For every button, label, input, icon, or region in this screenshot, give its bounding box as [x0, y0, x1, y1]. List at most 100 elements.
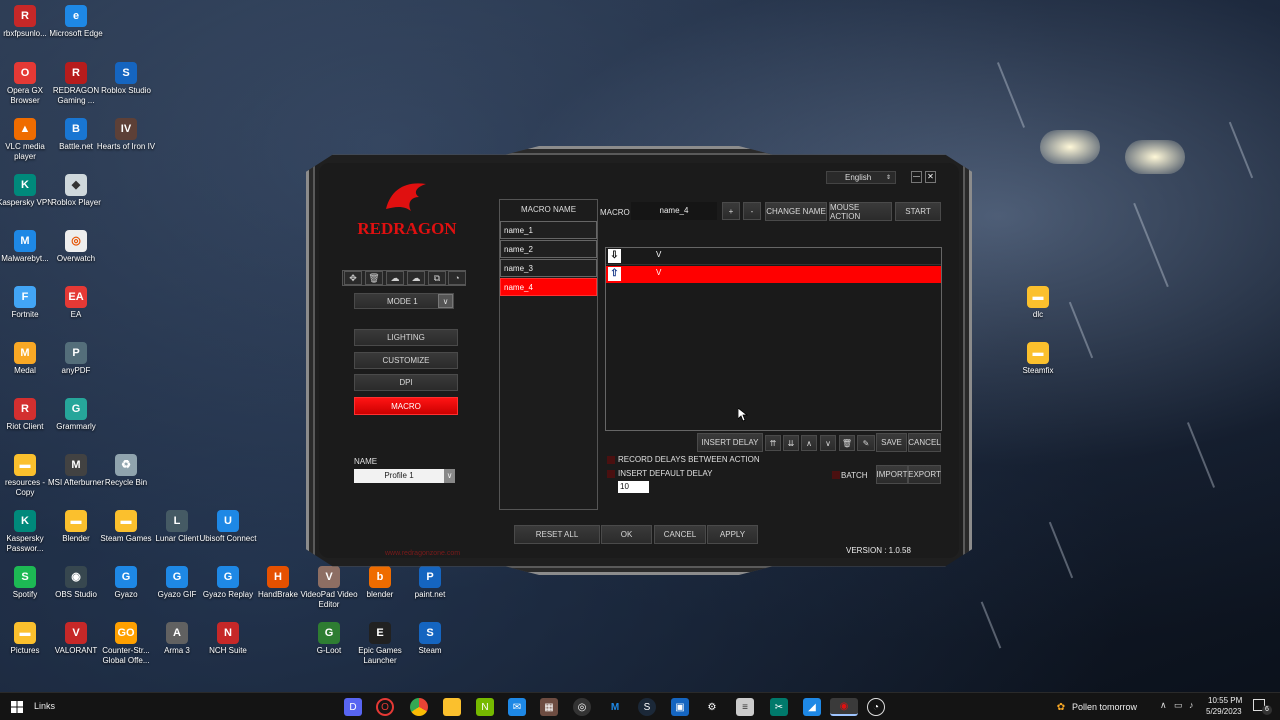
github-icon[interactable]: ◎: [573, 698, 591, 716]
steam-icon[interactable]: S: [638, 698, 656, 716]
paint-icon[interactable]: ◢: [803, 698, 821, 716]
clock-date[interactable]: 5/29/2023: [1206, 707, 1242, 716]
tray-chevron-icon[interactable]: ∧: [1160, 700, 1167, 711]
chevron-down-icon[interactable]: ∨: [444, 469, 455, 483]
profile-name-value: Profile 1: [384, 471, 414, 480]
default-delay-input[interactable]: 10: [618, 481, 649, 493]
discord-icon[interactable]: D: [344, 698, 362, 716]
desktop-icon-label: Recycle Bin: [104, 478, 148, 487]
clock-time[interactable]: 10:55 PM: [1208, 696, 1242, 705]
opera-icon[interactable]: O: [376, 698, 394, 716]
redragon-taskbar-icon[interactable]: ◉: [830, 698, 858, 716]
desktop-icon[interactable]: ▬ Steamfix: [1008, 342, 1068, 376]
performance-icon[interactable]: ◔: [867, 698, 885, 716]
language-select[interactable]: English ⇕: [826, 171, 896, 184]
gallery-icon[interactable]: ▣: [671, 698, 689, 716]
desktop-icon[interactable]: EA EA: [46, 286, 106, 320]
add-macro-button[interactable]: +: [722, 202, 740, 220]
macro-label: MACRO: [600, 208, 630, 217]
move-up-icon[interactable]: ∧: [801, 435, 817, 451]
nav-lighting[interactable]: LIGHTING: [354, 329, 458, 346]
macro-event-row-selected[interactable]: ⇧ V: [606, 266, 941, 283]
edit-event-icon[interactable]: ✎: [857, 435, 875, 451]
file-explorer-icon[interactable]: [443, 698, 461, 716]
desktop-icon[interactable]: ▬ dlc: [1008, 286, 1068, 320]
macro-event-row[interactable]: ⇩ V: [606, 248, 941, 265]
batch-checkbox[interactable]: [832, 471, 840, 479]
gyazo-gif-icon: G: [166, 566, 188, 588]
malwarebytes-icon[interactable]: M: [606, 698, 624, 716]
desktop-icon[interactable]: Ppaint.net: [400, 566, 460, 600]
desktop-icon[interactable]: S Steam: [400, 622, 460, 656]
info-icon[interactable]: ◔: [448, 271, 466, 285]
delete-icon[interactable]: 🗑: [365, 271, 383, 285]
copy-icon[interactable]: ⧉: [428, 271, 446, 285]
ok-button[interactable]: OK: [601, 525, 652, 544]
nav-dpi[interactable]: DPI: [354, 374, 458, 391]
desktop-icon[interactable]: ◆ Roblox Player: [46, 174, 106, 208]
dragon-logo-icon: [381, 179, 431, 217]
medal-icon: M: [14, 342, 36, 364]
volume-icon[interactable]: ♪: [1189, 700, 1194, 710]
export-button[interactable]: EXPORT: [908, 465, 941, 484]
desktop-icon[interactable]: IV Hearts of Iron IV: [96, 118, 156, 152]
move-bottom-icon[interactable]: ⇊: [783, 435, 799, 451]
mouse-action-button[interactable]: MOUSE ACTION: [829, 202, 892, 221]
desktop-icon-label: Roblox Studio: [101, 86, 151, 95]
delete-event-icon[interactable]: 🗑: [839, 435, 855, 451]
notepad-icon[interactable]: ≡: [736, 698, 754, 716]
save-macro-button[interactable]: SAVE: [876, 433, 907, 452]
desktop-icon[interactable]: ◎ Overwatch: [46, 230, 106, 264]
move-down-icon[interactable]: ∨: [820, 435, 836, 451]
website-link[interactable]: www.redragonzone.com: [385, 550, 460, 557]
gyazo-replay-icon: G: [217, 566, 239, 588]
cloud-upload-icon[interactable]: ☁: [407, 271, 425, 285]
profile-name-select[interactable]: Profile 1: [354, 469, 444, 483]
macro-list-item-selected[interactable]: name_4: [500, 278, 597, 296]
rain-streak: [980, 601, 1002, 649]
move-top-icon[interactable]: ⇈: [765, 435, 781, 451]
remove-macro-button[interactable]: -: [743, 202, 761, 220]
desktop-icon[interactable]: U Ubisoft Connect: [198, 510, 258, 544]
move-icon[interactable]: ✥: [344, 271, 362, 285]
desktop-icon[interactable]: ♻ Recycle Bin: [96, 454, 156, 488]
apply-button[interactable]: APPLY: [707, 525, 758, 544]
desktop-icon[interactable]: PanyPDF: [46, 342, 106, 376]
cancel-button[interactable]: CANCEL: [654, 525, 706, 544]
desktop-icon[interactable]: N NCH Suite: [198, 622, 258, 656]
key-up-icon: ⇧: [608, 267, 621, 281]
start-record-button[interactable]: START: [895, 202, 941, 221]
nvidia-icon[interactable]: N: [476, 698, 494, 716]
nav-customize[interactable]: CUSTOMIZE: [354, 352, 458, 369]
desktop-icon[interactable]: G Grammarly: [46, 398, 106, 432]
settings-gear-icon[interactable]: ⚙: [703, 698, 721, 716]
desktop-icon[interactable]: e Microsoft Edge: [46, 5, 106, 39]
snipping-tool-icon[interactable]: ✂: [770, 698, 788, 716]
reset-all-button[interactable]: RESET ALL: [514, 525, 600, 544]
battlenet-icon: B: [65, 118, 87, 140]
chrome-icon[interactable]: [410, 698, 428, 716]
cancel-macro-button[interactable]: CANCEL: [908, 433, 941, 452]
network-icon[interactable]: ▭: [1174, 700, 1183, 711]
macro-list-item[interactable]: name_3: [500, 259, 597, 277]
macro-list-item[interactable]: name_1: [500, 221, 597, 239]
record-delays-checkbox[interactable]: [607, 456, 615, 464]
cloud-icon[interactable]: ☁: [386, 271, 404, 285]
close-button[interactable]: ✕: [925, 171, 936, 183]
insert-delay-button[interactable]: INSERT DELAY: [697, 433, 763, 452]
mouse-cursor-icon: [737, 407, 749, 427]
minecraft-icon[interactable]: ▦: [540, 698, 558, 716]
macro-list-item[interactable]: name_2: [500, 240, 597, 258]
chevron-down-icon[interactable]: ∨: [438, 294, 453, 308]
change-name-button[interactable]: CHANGE NAME: [765, 202, 827, 221]
weather-text[interactable]: Pollen tomorrow: [1072, 702, 1137, 712]
insert-default-delay-checkbox[interactable]: [607, 470, 615, 478]
windows-start-icon[interactable]: [8, 698, 26, 716]
minimize-button[interactable]: —: [911, 171, 922, 183]
mail-icon[interactable]: ✉: [508, 698, 526, 716]
nav-macro[interactable]: MACRO: [354, 397, 458, 415]
import-button[interactable]: IMPORT: [876, 465, 908, 484]
taskbar-search-label[interactable]: Links: [34, 701, 55, 711]
macro-name-field[interactable]: name_4: [631, 202, 717, 220]
desktop-icon[interactable]: S Roblox Studio: [96, 62, 156, 96]
